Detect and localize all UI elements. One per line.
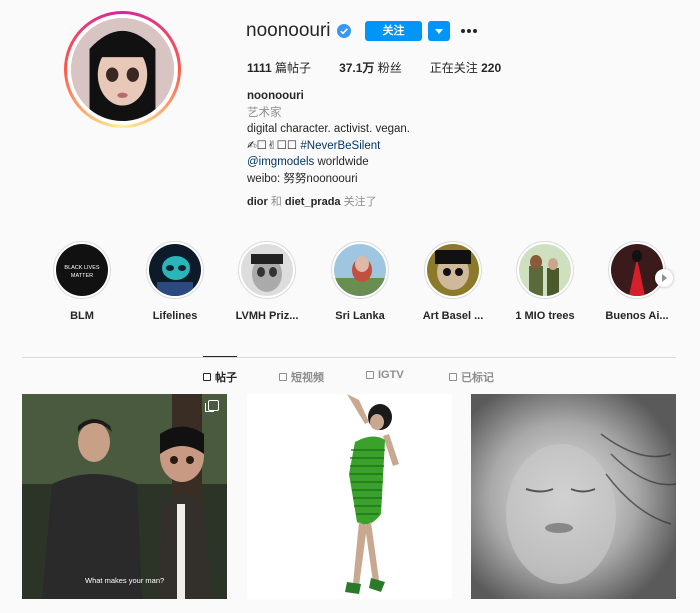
tab-reels[interactable]: 短视频 [279, 369, 324, 385]
highlight-item[interactable]: Sri Lanka [323, 241, 397, 322]
highlight-label: Lifelines [152, 310, 198, 322]
highlight-cover [427, 244, 479, 296]
multiple-photos-icon [205, 400, 219, 412]
highlight-label: Buenos Ai... [605, 310, 669, 322]
igtv-icon [366, 371, 374, 379]
post-thumbnail[interactable]: What makes your man? [22, 394, 227, 599]
tab-igtv[interactable]: IGTV [366, 369, 404, 381]
active-tab-indicator [203, 356, 237, 357]
hashtag-link[interactable]: #NeverBeSilent [300, 140, 380, 152]
tab-tagged[interactable]: 已标记 [449, 369, 494, 385]
highlight-label: BLM [70, 310, 94, 322]
post-thumbnail[interactable] [247, 394, 452, 599]
highlight-label: Art Basel ... [422, 310, 484, 322]
highlight-label: LVMH Priz... [235, 310, 299, 322]
follow-button[interactable]: 关注 [365, 21, 422, 41]
post-image [247, 394, 452, 599]
post-caption: What makes your man? [85, 576, 165, 585]
profile-stats: 1111 篇帖子 37.1万 粉丝 正在关注 220 [247, 59, 529, 76]
bio-line: digital character. activist. vegan. [247, 123, 410, 135]
mention-link[interactable]: @imgmodels [247, 156, 314, 168]
bio-name: noonoouri [247, 90, 304, 102]
bio-line: ✍︎︎☐✌︎☐☐ #NeverBeSilent [247, 139, 381, 152]
profile-username: noonoouri [246, 20, 331, 41]
highlight-cover [149, 244, 201, 296]
tagged-icon [449, 373, 457, 381]
highlight-label: 1 MIO trees [515, 310, 575, 322]
highlight-cover [611, 244, 663, 296]
svg-text:BLACK LIVES: BLACK LIVES [64, 265, 99, 271]
highlight-item[interactable]: LVMH Priz... [230, 241, 304, 322]
followed-by[interactable]: dior 和 diet_prada 关注了 [247, 193, 377, 209]
posts-count: 1111 篇帖子 [247, 61, 312, 75]
suggested-dropdown-button[interactable] [428, 21, 450, 41]
highlight-item[interactable]: BLACK LIVES MATTER BLM [45, 241, 119, 322]
bio-category: 艺术家 [247, 106, 282, 119]
svg-text:MATTER: MATTER [71, 273, 93, 279]
post-image [22, 394, 227, 599]
highlights-next-arrow-icon[interactable] [655, 269, 673, 287]
tab-posts[interactable]: 帖子 [203, 369, 237, 385]
highlight-item[interactable]: Art Basel ... [416, 241, 490, 322]
bio-line: @imgmodels worldwide [247, 156, 369, 168]
grid-icon [203, 373, 211, 381]
highlight-cover [519, 244, 571, 296]
highlight-cover [241, 244, 293, 296]
bio-line: weibo: 努努noonoouri [247, 172, 358, 185]
highlight-cover [334, 244, 386, 296]
more-options-icon[interactable] [459, 20, 479, 40]
following-count[interactable]: 正在关注 220 [430, 59, 501, 76]
avatar-image [71, 18, 174, 121]
followers-count[interactable]: 37.1万 粉丝 [339, 59, 402, 76]
highlight-cover: BLACK LIVES MATTER [56, 244, 108, 296]
post-image [471, 394, 676, 599]
profile-bio: noonoouri 艺术家 digital character. activis… [247, 88, 410, 187]
highlight-item[interactable]: 1 MIO trees [508, 241, 582, 322]
post-thumbnail[interactable] [471, 394, 676, 599]
highlight-item[interactable]: Lifelines [138, 241, 212, 322]
highlight-label: Sri Lanka [335, 310, 385, 322]
reels-icon [279, 373, 287, 381]
tabs-divider [22, 357, 676, 358]
profile-avatar[interactable] [64, 11, 181, 128]
verified-badge-icon [337, 24, 351, 38]
